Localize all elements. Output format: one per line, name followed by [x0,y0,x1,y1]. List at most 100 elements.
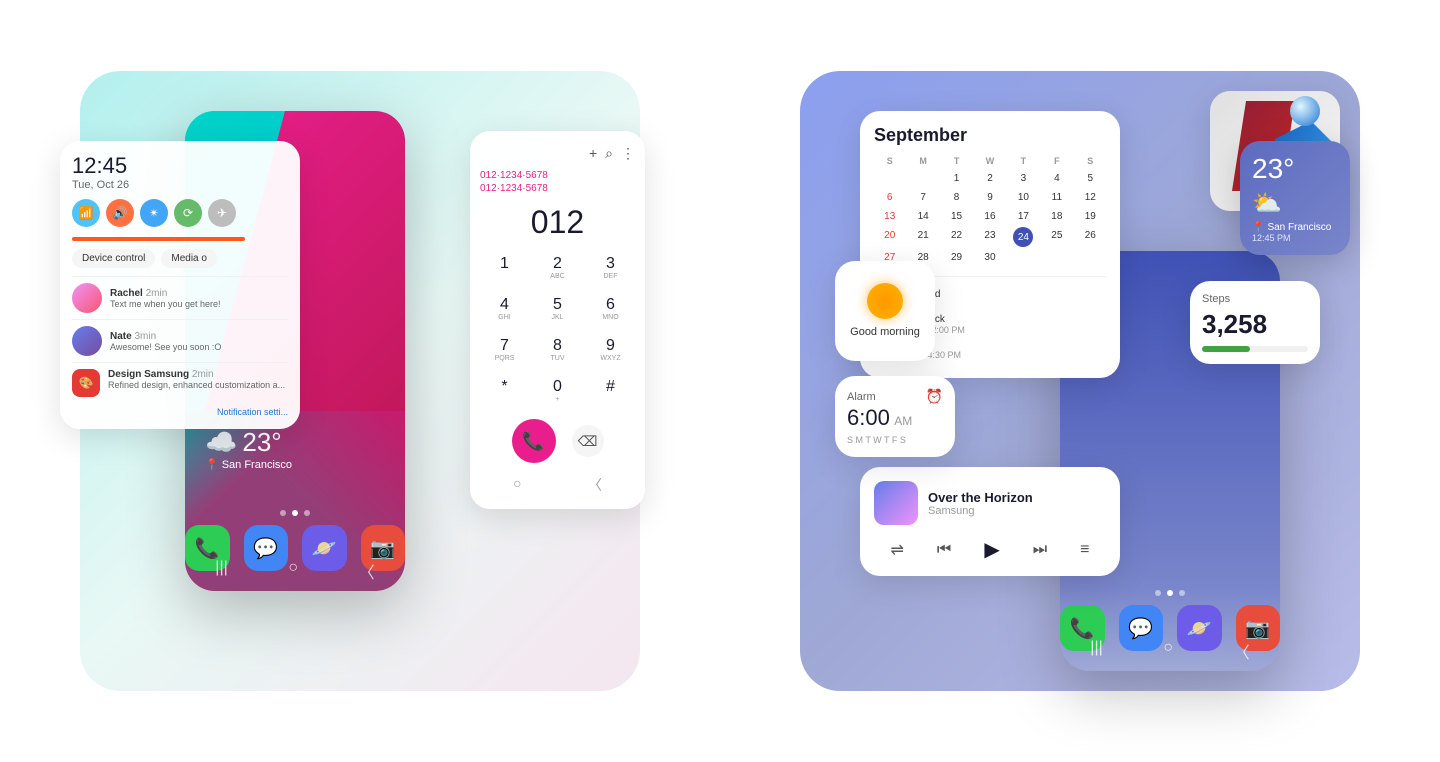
cal-day-10[interactable]: 10 [1008,189,1039,206]
cal-day-12[interactable]: 12 [1075,189,1106,206]
dialer-nav-circle[interactable]: ○ [513,475,521,495]
cal-day-18[interactable]: 18 [1041,208,1072,225]
call-button[interactable]: 📞 [512,419,556,463]
cal-header-f: F [1041,154,1072,168]
dial-key-6[interactable]: 6MNO [586,290,635,327]
alarm-time-value: 6:00 [847,405,890,430]
left-section: ☁️ 23° 📍 San Francisco 📞 💬 🪐 📷 ||| ○ 〈 [20,11,700,751]
dialer-nav-back[interactable]: 〈 [588,475,602,495]
dial-key-0[interactable]: 0+ [533,372,582,409]
cal-day-21[interactable]: 21 [907,227,938,247]
cal-day-19[interactable]: 19 [1075,208,1106,225]
play-button[interactable]: ▶ [984,537,999,562]
prev-button[interactable]: ⏮ [937,541,951,559]
dial-key-8[interactable]: 8TUV [533,331,582,368]
steps-bar-fill [1202,346,1250,352]
cal-day-14[interactable]: 14 [907,208,938,225]
dial-key-4[interactable]: 4GHI [480,290,529,327]
contact-1[interactable]: 012·1234·5678 [480,170,635,181]
airplane-icon[interactable]: ✈ [208,199,236,227]
nav-dot-1 [280,510,286,516]
right-nav-back[interactable]: 〈 [1234,639,1250,663]
cal-month: September [874,125,1106,146]
design-msg: Refined design, enhanced customization a… [108,380,288,390]
nav-home[interactable]: ○ [288,559,298,583]
nfc-icon[interactable]: ⟳ [174,199,202,227]
cal-day-5[interactable]: 5 [1075,170,1106,187]
shuffle-button[interactable]: ⇌ [891,540,904,560]
nate-msg: Awesome! See you soon :O [110,342,288,352]
design-samsung-icon: 🎨 [72,369,100,397]
sound-icon[interactable]: 🔊 [106,199,134,227]
wifi-icon[interactable]: 📶 [72,199,100,227]
phone-right-indicator [1060,590,1280,596]
right-nav-recent[interactable]: ||| [1090,639,1102,663]
brightness-slider[interactable] [72,237,245,241]
notif-footer[interactable]: Notification setti... [72,407,288,417]
next-button[interactable]: ⏭ [1033,541,1047,559]
cal-day-25[interactable]: 25 [1041,227,1072,247]
right-nav-home[interactable]: ○ [1163,639,1173,663]
notif-design-samsung: 🎨 Design Samsung 2min Refined design, en… [72,362,288,403]
nav-back[interactable]: 〈 [359,559,375,583]
cal-day-15[interactable]: 15 [941,208,972,225]
right-section: 23° ⛅ 📍 San Francisco 12:45 PM September… [740,11,1420,751]
delete-digit-button[interactable]: ⌫ [572,425,604,457]
add-contact-icon[interactable]: + [589,145,597,162]
bottom-nav: ||| ○ 〈 [185,559,405,583]
rachel-msg: Text me when you get here! [110,299,288,309]
dial-key-1[interactable]: 1 [480,249,529,286]
cal-day-9[interactable]: 9 [974,189,1005,206]
cal-day-16[interactable]: 16 [974,208,1005,225]
rachel-avatar [72,283,102,313]
cal-day-22[interactable]: 22 [941,227,972,247]
bluetooth-icon[interactable]: ✴ [140,199,168,227]
cal-day-20[interactable]: 20 [874,227,905,247]
alarm-icon[interactable]: ⏰ [926,388,943,405]
cal-day-24-today[interactable]: 24 [1013,227,1033,247]
nav-recent[interactable]: ||| [215,559,227,583]
cal-day-4[interactable]: 4 [1041,170,1072,187]
cal-day-1[interactable]: 1 [941,170,972,187]
dial-key-9[interactable]: 9WXYZ [586,331,635,368]
cal-day-3[interactable]: 3 [1008,170,1039,187]
sun-icon [867,283,903,319]
weather-temp: ☁️ 23° [205,427,292,458]
contact-2[interactable]: 012·1234·5678 [480,183,635,194]
weather-card-right: 23° ⛅ 📍 San Francisco 12:45 PM [1240,141,1350,255]
rachel-name: Rachel 2min [110,288,288,299]
cal-day-2[interactable]: 2 [974,170,1005,187]
dial-key-2[interactable]: 2ABC [533,249,582,286]
cal-day-29[interactable]: 29 [941,249,972,266]
cal-day-8[interactable]: 8 [941,189,972,206]
cal-day-13[interactable]: 13 [874,208,905,225]
cal-header-m: M [907,154,938,168]
device-control-btn[interactable]: Device control [72,249,155,268]
cal-header-t: T [941,154,972,168]
nav-dot-2 [292,510,298,516]
dial-key-star[interactable]: * [480,372,529,409]
good-morning-widget: Good morning [835,261,935,361]
cal-day-26[interactable]: 26 [1075,227,1106,247]
media-output-btn[interactable]: Media o [161,249,217,268]
dial-key-hash[interactable]: # [586,372,635,409]
dial-key-3[interactable]: 3DEF [586,249,635,286]
steps-widget: Steps 3,258 [1190,281,1320,364]
dial-key-5[interactable]: 5JKL [533,290,582,327]
dial-key-7[interactable]: 7PQRS [480,331,529,368]
cal-day-11[interactable]: 11 [1041,189,1072,206]
cal-day-30[interactable]: 30 [974,249,1005,266]
more-icon[interactable]: ⋮ [621,145,635,162]
alarm-label: Alarm ⏰ [847,388,943,405]
panel-buttons: Device control Media o [72,249,288,268]
playlist-button[interactable]: ≡ [1080,541,1089,559]
music-controls: ⇌ ⏮ ▶ ⏭ ≡ [874,537,1106,562]
nav-dot-3 [304,510,310,516]
cal-day-17[interactable]: 17 [1008,208,1039,225]
cal-day-23[interactable]: 23 [974,227,1005,247]
cal-day-6[interactable]: 6 [874,189,905,206]
search-icon[interactable]: ⌕ [605,145,613,162]
quick-settings: 📶 🔊 ✴ ⟳ ✈ [72,199,288,227]
cal-day-7[interactable]: 7 [907,189,938,206]
dialer-number-display: 012 [480,204,635,241]
